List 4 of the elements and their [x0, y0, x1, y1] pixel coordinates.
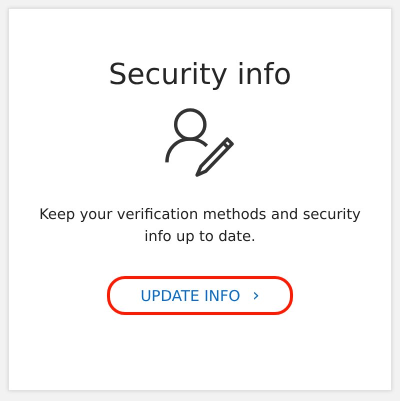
user-pencil-icon	[165, 107, 235, 177]
description-text: Keep your verification methods and security info up to date.	[38, 206, 362, 247]
update-info-button[interactable]: UPDATE INFO ›	[107, 276, 293, 315]
card-title: Security info	[108, 56, 292, 92]
